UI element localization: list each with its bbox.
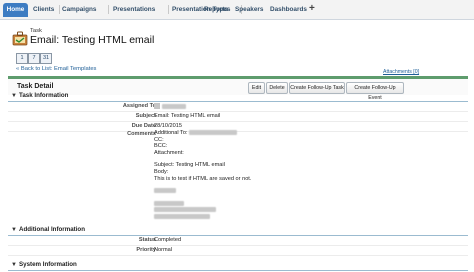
tab-divider	[168, 5, 169, 14]
comment-body: Body:	[154, 168, 169, 175]
section-title: Task Information	[19, 92, 69, 99]
collapse-triangle-icon[interactable]: ▼	[11, 262, 17, 268]
back-to-list-link[interactable]: « Back to List: Email Templates	[16, 66, 96, 72]
comment-subject: Subject: Testing HTML email	[154, 162, 225, 169]
comment-bcc: BCC:	[154, 143, 168, 150]
subject-value: Email: Testing HTML email	[154, 113, 221, 119]
comment-body-text: This is to test if HTML are saved or not…	[154, 175, 252, 182]
comment-additional-to: Additional To:	[154, 130, 188, 136]
comments-value: Additional To: CC: BCC: Attachment: Subj…	[154, 130, 454, 221]
redacted-text	[154, 207, 216, 213]
user-avatar	[154, 103, 160, 109]
tab-dashboards[interactable]: Dashboards	[270, 3, 307, 17]
field-label: Due Date	[131, 123, 156, 129]
field-row-assigned-to: Assigned To	[8, 102, 468, 112]
priority-value: Normal	[154, 247, 173, 253]
field-label: Assigned To	[122, 103, 156, 109]
field-label: Subject	[135, 113, 156, 119]
tab-home[interactable]: Home	[3, 3, 28, 17]
task-case-icon	[12, 30, 28, 47]
section-title: System Information	[19, 261, 77, 268]
tab-campaigns[interactable]: Campaigns	[62, 3, 96, 17]
field-row-status: Status Completed	[8, 236, 468, 246]
field-row-priority: Priority Normal	[8, 246, 468, 256]
collapse-triangle-icon[interactable]: ▼	[11, 227, 17, 233]
redacted-text	[154, 188, 176, 194]
redacted-email	[189, 130, 238, 136]
calendar-day-icon[interactable]: 1	[16, 53, 28, 64]
status-value: Completed	[154, 237, 182, 243]
tab-speakers[interactable]: Speakers	[235, 3, 263, 17]
page-title: Email: Testing HTML email	[30, 34, 155, 46]
section-additional-information[interactable]: ▼ Additional Information	[8, 226, 468, 236]
collapse-triangle-icon[interactable]: ▼	[11, 93, 17, 99]
due-date-value: 28/10/2015	[154, 123, 182, 129]
redacted-text	[154, 200, 184, 206]
comment-cc: CC:	[154, 136, 164, 143]
section-task-information[interactable]: ▼ Task Information	[8, 92, 468, 102]
comment-attachment: Attachment:	[154, 149, 184, 156]
tab-clients[interactable]: Clients	[33, 3, 54, 17]
tab-reports[interactable]: Reports	[204, 3, 228, 17]
section-system-information[interactable]: ▼ System Information	[8, 261, 468, 271]
assigned-to-value[interactable]	[154, 103, 186, 109]
tab-divider	[59, 5, 60, 14]
attachments-link[interactable]: Attachments [0]	[383, 69, 419, 75]
tab-presentations[interactable]: Presentations	[113, 3, 155, 17]
calendar-week-icon[interactable]: 7	[28, 53, 40, 64]
section-title: Additional Information	[19, 226, 85, 233]
field-label: Comments	[127, 131, 156, 137]
calendar-month-icon[interactable]: 31	[40, 53, 52, 64]
redacted-name	[162, 103, 186, 109]
redacted-text	[154, 213, 210, 219]
add-tab-button[interactable]: +	[309, 2, 315, 16]
field-row-subject: Subject Email: Testing HTML email	[8, 112, 468, 122]
tab-divider	[108, 5, 109, 14]
app-tab-bar: Home Clients Campaigns Presentations Pre…	[0, 0, 474, 20]
task-detail-title: Task Detail	[17, 83, 54, 90]
